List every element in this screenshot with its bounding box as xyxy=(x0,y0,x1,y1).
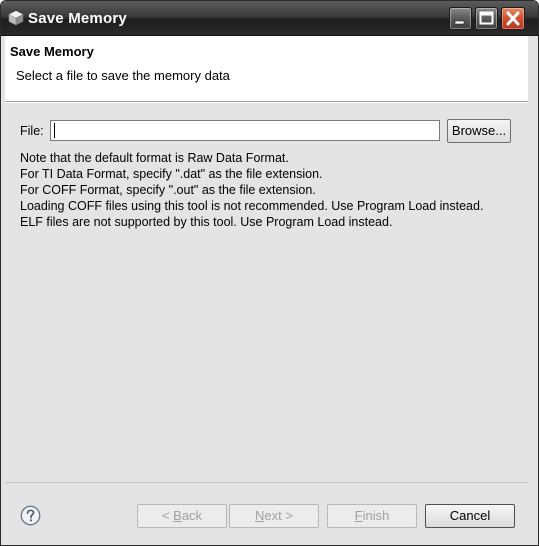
close-icon xyxy=(506,11,520,26)
notes-text: Note that the default format is Raw Data… xyxy=(20,150,483,230)
footer-divider xyxy=(5,482,528,483)
help-icon[interactable] xyxy=(20,505,41,526)
file-label: File: xyxy=(20,124,44,138)
header-title: Save Memory xyxy=(10,44,94,59)
note-line: ELF files are not supported by this tool… xyxy=(20,215,393,229)
back-button[interactable]: < Back xyxy=(137,504,227,528)
finish-label: inish xyxy=(362,508,390,523)
next-button[interactable]: Next > xyxy=(229,504,319,528)
close-button[interactable] xyxy=(501,7,525,30)
note-line: For COFF Format, specify ".out" as the f… xyxy=(20,183,316,197)
maximize-icon xyxy=(479,11,494,25)
next-label: ext xyxy=(264,508,282,523)
back-label: ack xyxy=(181,508,203,523)
file-input[interactable] xyxy=(50,120,440,141)
dialog-content: File: Browse... Note that the default fo… xyxy=(5,103,528,479)
next-arrow: > xyxy=(281,508,293,523)
cube-icon xyxy=(8,10,24,26)
dialog-header: Save Memory Select a file to save the me… xyxy=(5,36,528,102)
maximize-button[interactable] xyxy=(475,7,498,30)
browse-button[interactable]: Browse... xyxy=(447,119,511,143)
header-description: Select a file to save the memory data xyxy=(16,68,230,83)
save-memory-dialog: Save Memory Save Memory Select a file to… xyxy=(0,0,539,546)
back-mnemonic: B xyxy=(173,508,182,523)
window-title: Save Memory xyxy=(28,10,127,27)
next-mnemonic: N xyxy=(255,508,265,523)
note-line: Note that the default format is Raw Data… xyxy=(20,151,289,165)
note-line: For TI Data Format, specify ".dat" as th… xyxy=(20,167,323,181)
note-line: Loading COFF files using this tool is no… xyxy=(20,199,484,213)
cancel-button[interactable]: Cancel xyxy=(425,504,515,528)
finish-button[interactable]: Finish xyxy=(327,504,417,528)
minimize-icon xyxy=(454,20,465,25)
text-caret xyxy=(54,123,55,138)
title-bar[interactable]: Save Memory xyxy=(1,1,538,36)
back-arrow: < xyxy=(161,508,174,523)
minimize-button[interactable] xyxy=(449,7,472,30)
finish-mnemonic: F xyxy=(354,508,363,523)
